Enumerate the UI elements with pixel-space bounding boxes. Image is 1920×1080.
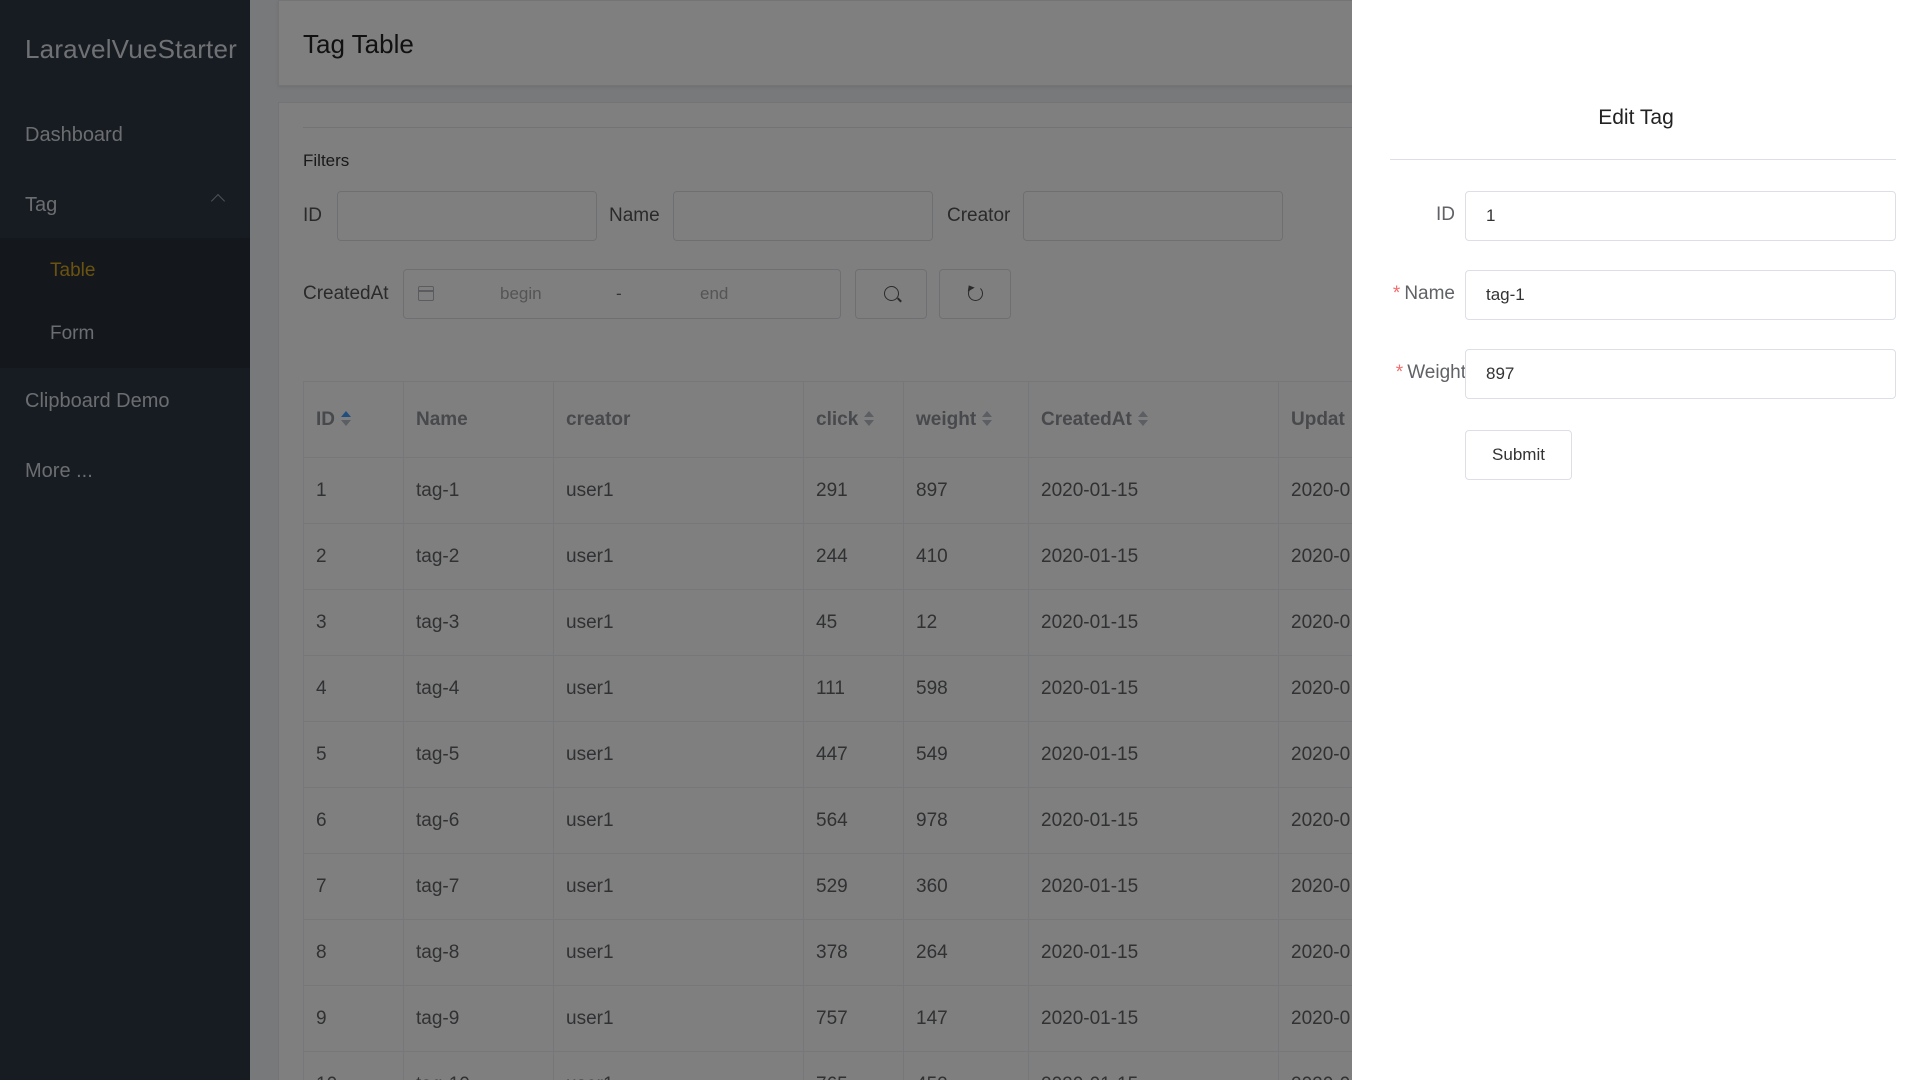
edit-tag-drawer: Edit Tag ID 1 * Name tag-1 * Weight 897 Su… [1352,0,1920,1080]
form-name-input[interactable]: tag-1 [1465,270,1896,320]
form-name-label: * Name [1392,283,1455,304]
form-id-input[interactable]: 1 [1465,191,1896,241]
form-weight-input[interactable]: 897 [1465,349,1896,399]
form-weight-label: * Weight [1395,362,1466,383]
divider [1390,159,1896,160]
form-id-label: ID [1436,204,1455,225]
drawer-title: Edit Tag [1598,106,1674,129]
modal-overlay[interactable] [0,0,1352,1080]
submit-button[interactable]: Submit [1465,430,1572,480]
